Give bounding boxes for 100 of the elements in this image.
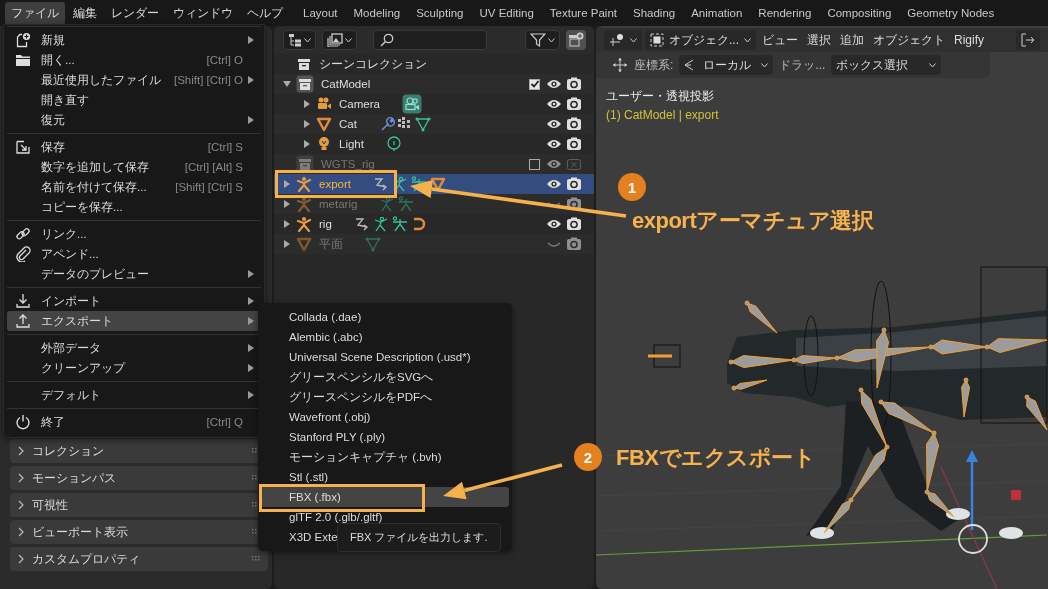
workspace-tab[interactable]: Geometry Nodes [899,4,1003,22]
collapsed-triangle-icon[interactable] [303,100,311,108]
object-mode-icon [650,33,664,47]
filter-mode-dropdown[interactable] [322,30,357,50]
dropdown-caret-icon [630,37,637,43]
render-camera-icon[interactable] [566,197,582,211]
outliner-row[interactable]: export [274,174,594,194]
eye-icon[interactable] [546,217,562,231]
render-camera-icon[interactable] [566,217,582,231]
dropdown-caret-icon [929,62,937,68]
menu-item[interactable]: データのプレビュー [7,264,261,284]
menu-item[interactable]: 新規 [7,30,261,50]
outliner-row[interactable]: rig [274,214,594,234]
menu-item[interactable]: 選択 [804,31,834,49]
menu-item[interactable]: コピーを保存... [7,197,261,217]
collapsed-triangle-icon[interactable] [303,140,311,148]
outliner-row[interactable]: Light [274,134,594,154]
tooltip: FBX ファイルを出力します. [337,523,501,552]
dropdown-caret-icon [761,62,769,68]
exit-button[interactable] [1016,30,1040,50]
workspace-tab[interactable]: Rendering [750,4,820,22]
menu-item[interactable]: デフォルト [7,385,261,405]
menu-item[interactable]: 数字を追加して保存 [Ctrl] [Alt] S [7,157,261,177]
eye-icon[interactable] [546,97,562,111]
armature-data-icon [391,216,408,232]
menu-item[interactable]: グリースペンシルをSVGへ [261,367,509,387]
navigation-dropdown[interactable] [604,30,642,50]
eye-icon[interactable] [546,117,562,131]
eye-icon[interactable] [546,177,562,191]
dropdown-caret-icon [548,37,555,43]
menu-item[interactable]: エクスポート [7,311,261,331]
render-camera-icon[interactable] [566,177,582,191]
menu-item[interactable]: レンダー [105,1,165,25]
drag-label: ドラッ... [779,56,826,74]
checkbox[interactable] [529,78,540,90]
workspace-tab[interactable]: Texture Paint [541,4,625,22]
collapsed-triangle-icon[interactable] [283,220,291,228]
menu-item[interactable]: Collada (.dae) [261,307,509,327]
stick-figure-icon [296,176,312,192]
select-mode-dropdown[interactable]: ボックス選択 [831,55,942,75]
collapsed-triangle-icon[interactable] [283,200,291,208]
outliner-row[interactable]: シーンコレクション [274,54,594,74]
menu-item[interactable]: グリースペンシルをPDFへ [261,387,509,407]
menu-item[interactable]: 外部データ [7,338,261,358]
menu-item[interactable]: 名前を付けて保存... [Shift] [Ctrl] S [7,177,261,197]
workspace-tab[interactable]: Layout [295,4,346,22]
menu-item[interactable]: FBX (.fbx) [261,487,509,507]
collapsed-triangle-icon[interactable] [283,240,291,248]
orientation-label: 座標系: [634,56,674,74]
workspace-tab[interactable]: Sculpting [408,4,472,22]
shortcut-text: [Ctrl] S [207,141,243,153]
checkbox[interactable] [529,158,540,170]
panel-header[interactable]: カスタムプロパティ [10,547,268,571]
expanded-triangle-icon[interactable] [283,80,291,88]
collapsed-triangle-icon[interactable] [283,180,291,188]
menu-item[interactable]: リンク... [7,224,261,244]
menu-item[interactable]: Alembic (.abc) [261,327,509,347]
menu-item[interactable]: ファイル [5,1,65,25]
power-icon [15,414,31,430]
mode-dropdown[interactable]: オブジェク... [645,30,756,50]
workspace-tab[interactable]: Shading [625,4,684,22]
render-camera-icon[interactable] [566,97,582,111]
menu-item[interactable]: Rigify [951,33,988,47]
outliner-row[interactable]: Cat [274,114,594,134]
menu-item[interactable]: Universal Scene Description (.usd*) [261,347,509,367]
menu-item[interactable]: ビュー [759,31,801,49]
menu-item[interactable]: 保存 [Ctrl] S [7,137,261,157]
filter-dropdown[interactable] [525,30,560,50]
workspace-tab[interactable]: Compositing [819,4,900,22]
menu-item[interactable]: 開く... [Ctrl] O [7,50,261,70]
menu-item[interactable]: インポート [7,291,261,311]
menu-item[interactable]: 編集 [67,1,103,25]
menu-item[interactable]: 最近使用したファイル [Shift] [Ctrl] O [7,70,261,90]
eye-icon[interactable] [546,77,562,91]
outliner-row[interactable]: Camera [274,94,594,114]
outliner-row[interactable]: CatModel [274,74,594,94]
collapsed-triangle-icon[interactable] [303,120,311,128]
menu-item[interactable]: ウィンドウ [167,1,239,25]
menu-item[interactable]: クリーンアップ [7,358,261,378]
workspace-tab[interactable]: Modeling [345,4,409,22]
menu-item[interactable]: アペンド... [7,244,261,264]
display-mode-dropdown[interactable] [283,30,316,50]
menu-item[interactable]: オブジェクト [870,31,948,49]
menu-item[interactable]: ヘルプ [241,1,289,25]
menu-item[interactable]: 追加 [837,31,867,49]
menu-item[interactable]: 開き直す [7,90,261,110]
mesh-data-icon [365,236,381,252]
eye-icon[interactable] [546,137,562,151]
new-collection-button[interactable] [566,30,586,50]
render-camera-icon[interactable] [566,77,582,91]
workspace-tab[interactable]: Animation [683,4,751,22]
render-camera-icon[interactable] [566,137,582,151]
pose-curve-icon [372,176,389,192]
render-camera-icon[interactable] [566,117,582,131]
search-field[interactable] [373,30,487,50]
menu-item[interactable]: Wavefront (.obj) [261,407,509,427]
menu-item[interactable]: 終了 [Ctrl] Q [7,412,261,432]
workspace-tab[interactable]: UV Editing [471,4,542,22]
menu-item[interactable]: 復元 [7,110,261,130]
orientation-dropdown[interactable]: ローカル [679,55,774,75]
